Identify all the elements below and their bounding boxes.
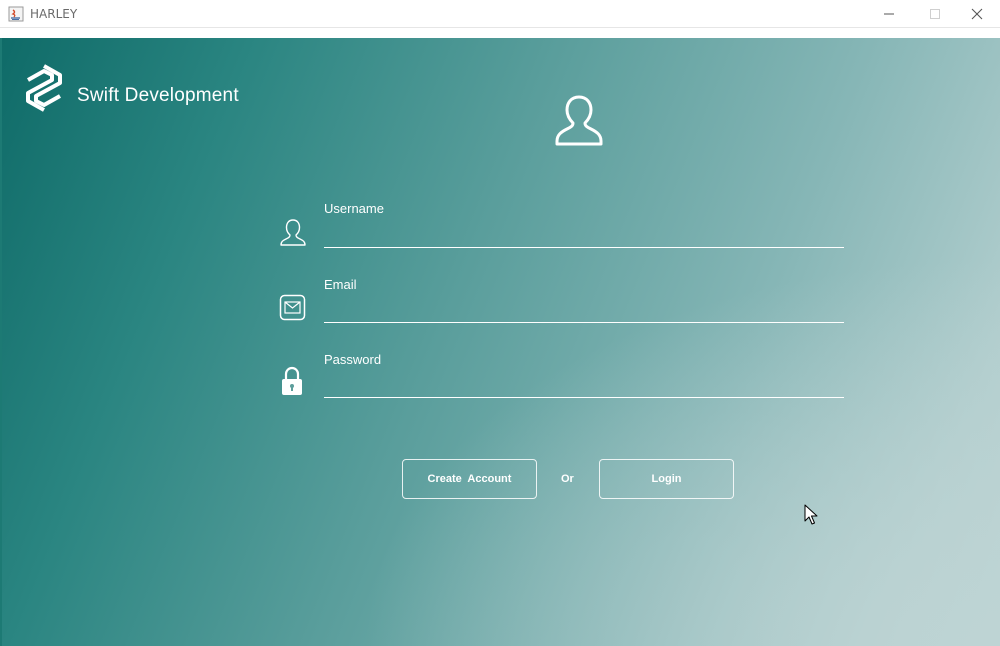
window-titlebar: HARLEY	[0, 0, 1000, 28]
login-button[interactable]: Login	[599, 459, 734, 499]
password-input[interactable]	[324, 374, 844, 398]
mouse-cursor-icon	[804, 504, 818, 525]
or-separator: Or	[561, 473, 574, 485]
password-label: Password	[324, 352, 382, 367]
lock-icon	[282, 366, 302, 395]
username-input[interactable]	[324, 224, 844, 248]
maximize-icon	[930, 9, 940, 19]
envelope-icon	[279, 294, 306, 321]
maximize-button[interactable]	[912, 0, 958, 28]
window-title: HARLEY	[30, 7, 78, 21]
user-outline-icon	[555, 95, 603, 146]
email-label: Email	[324, 277, 357, 292]
java-app-icon	[8, 6, 24, 22]
username-label: Username	[324, 201, 384, 216]
s-logo-icon	[26, 64, 62, 112]
minimize-icon	[884, 13, 894, 15]
brand-name: Swift Development	[77, 85, 239, 106]
email-input[interactable]	[324, 299, 844, 323]
login-panel: Swift Development Username Email Passwor…	[0, 38, 1000, 646]
create-account-button[interactable]: Create Account	[402, 459, 537, 499]
minimize-button[interactable]	[866, 0, 912, 28]
close-button[interactable]	[954, 0, 1000, 28]
user-icon	[280, 219, 306, 246]
close-icon	[971, 8, 983, 20]
